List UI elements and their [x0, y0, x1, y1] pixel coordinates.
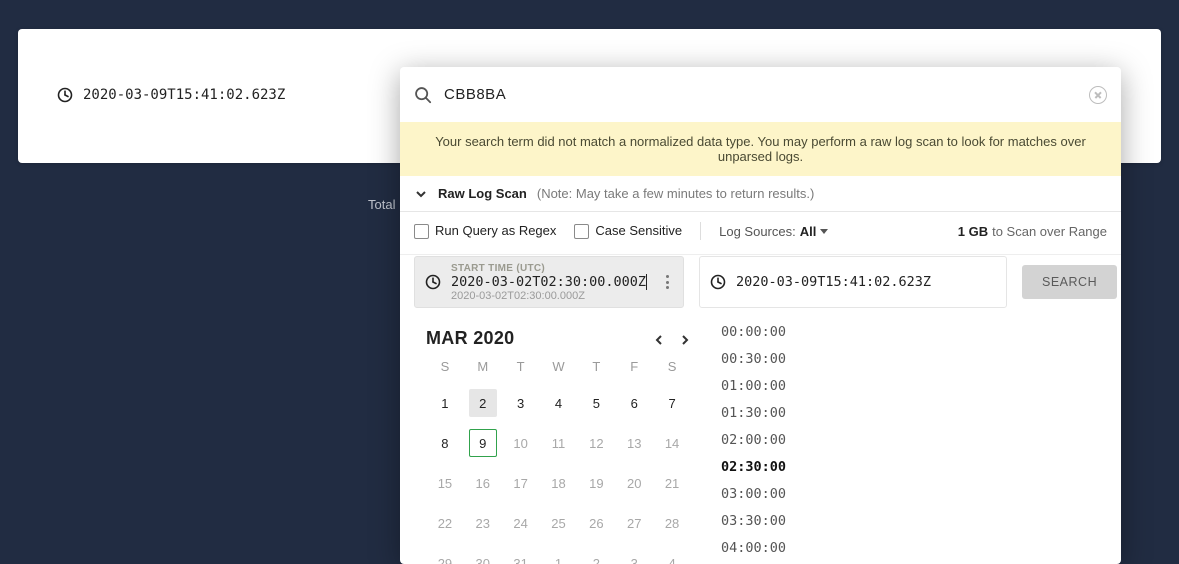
clock-icon: [57, 87, 73, 103]
calendar-dow: T: [577, 359, 615, 374]
calendar-day: 12: [577, 432, 615, 454]
calendar-day[interactable]: 6: [615, 392, 653, 414]
time-range-row: START TIME (UTC) 2020-03-02T02:30:00.000…: [400, 255, 1121, 318]
calendar-day[interactable]: 8: [426, 432, 464, 454]
checkbox-icon: [414, 224, 429, 239]
calendar-day[interactable]: 1: [426, 392, 464, 414]
calendar-day: 4: [653, 552, 691, 564]
calendar-day: 14: [653, 432, 691, 454]
no-match-banner: Your search term did not match a normali…: [400, 122, 1121, 176]
start-time-hint: 2020-03-02T02:30:00.000Z: [451, 290, 647, 302]
calendar-day: 19: [577, 472, 615, 494]
calendar-day: 29: [426, 552, 464, 564]
calendar-day[interactable]: 5: [577, 392, 615, 414]
case-sensitive-checkbox[interactable]: Case Sensitive: [574, 223, 682, 239]
calendar-day: 2: [577, 552, 615, 564]
calendar-day: 27: [615, 512, 653, 534]
caret-down-icon: [820, 229, 828, 234]
search-options-row: Run Query as Regex Case Sensitive Log So…: [400, 212, 1121, 255]
calendar-dow: S: [653, 359, 691, 374]
calendar-day: 30: [464, 552, 502, 564]
calendar-day: 13: [615, 432, 653, 454]
calendar-day: 10: [502, 432, 540, 454]
time-option[interactable]: 00:30:00: [721, 351, 819, 367]
start-time-label: START TIME (UTC): [451, 263, 647, 274]
calendar-day: 11: [540, 432, 578, 454]
search-popover: Your search term did not match a normali…: [400, 67, 1121, 564]
clear-search-button[interactable]: [1089, 86, 1107, 104]
calendar-dow: M: [464, 359, 502, 374]
chevron-down-icon: [414, 187, 428, 201]
time-option[interactable]: 01:30:00: [721, 405, 819, 421]
calendar-dow: W: [540, 359, 578, 374]
time-option[interactable]: 02:30:00: [721, 459, 819, 475]
calendar-day: 25: [540, 512, 578, 534]
calendar-day[interactable]: 7: [653, 392, 691, 414]
start-time-field[interactable]: START TIME (UTC) 2020-03-02T02:30:00.000…: [414, 256, 684, 308]
calendar-month-title: MAR 2020: [426, 328, 514, 349]
search-input[interactable]: [444, 86, 1077, 103]
log-sources-dropdown[interactable]: Log Sources: All: [719, 224, 828, 239]
calendar-day: 16: [464, 472, 502, 494]
calendar-day: 21: [653, 472, 691, 494]
calendar-day[interactable]: 4: [540, 392, 578, 414]
section-note: (Note: May take a few minutes to return …: [537, 186, 814, 201]
calendar-day[interactable]: 2: [469, 389, 497, 417]
calendar-day[interactable]: 9: [469, 429, 497, 457]
clock-icon: [710, 274, 726, 290]
time-option[interactable]: 04:00:00: [721, 540, 819, 556]
calendar-prev-button[interactable]: [653, 333, 665, 345]
calendar-day: 28: [653, 512, 691, 534]
datetime-picker: MAR 2020 SMTWTFS123456789101112131415161…: [400, 318, 1121, 564]
section-title: Raw Log Scan: [438, 186, 527, 201]
calendar-dow: T: [502, 359, 540, 374]
end-time-field[interactable]: 2020-03-09T15:41:02.623Z: [699, 256, 1007, 308]
end-time-value: 2020-03-09T15:41:02.623Z: [736, 274, 931, 290]
calendar-day: 18: [540, 472, 578, 494]
clock-icon: [425, 274, 441, 290]
calendar-day: 3: [615, 552, 653, 564]
calendar-day: 17: [502, 472, 540, 494]
time-option[interactable]: 03:30:00: [721, 513, 819, 529]
search-button[interactable]: SEARCH: [1022, 265, 1117, 299]
regex-checkbox[interactable]: Run Query as Regex: [414, 223, 556, 239]
calendar-grid: SMTWTFS123456789101112131415161718192021…: [426, 359, 691, 564]
scan-range-display: 1 GB to Scan over Range: [958, 224, 1107, 239]
calendar-day: 1: [540, 552, 578, 564]
start-time-menu-button[interactable]: [662, 271, 673, 293]
calendar-day: 23: [464, 512, 502, 534]
log-entry-timestamp: 2020-03-09T15:41:02.623Z: [57, 87, 285, 103]
calendar-day: 31: [502, 552, 540, 564]
calendar-dow: S: [426, 359, 464, 374]
calendar-dow: F: [615, 359, 653, 374]
time-option[interactable]: 01:00:00: [721, 378, 819, 394]
checkbox-icon: [574, 224, 589, 239]
calendar-day: 15: [426, 472, 464, 494]
calendar-day[interactable]: 3: [502, 392, 540, 414]
time-option[interactable]: 03:00:00: [721, 486, 819, 502]
time-list: 00:00:00 00:30:00 01:00:00 01:30:00 02:00:00…: [721, 322, 819, 564]
search-header: [400, 67, 1121, 122]
calendar-next-button[interactable]: [679, 333, 691, 345]
search-icon: [414, 86, 432, 104]
calendar-day: 20: [615, 472, 653, 494]
log-entry-timestamp-value: 2020-03-09T15:41:02.623Z: [83, 87, 285, 103]
calendar-day: 22: [426, 512, 464, 534]
calendar-day: 26: [577, 512, 615, 534]
calendar-day: 24: [502, 512, 540, 534]
calendar: MAR 2020 SMTWTFS123456789101112131415161…: [426, 322, 691, 564]
time-option[interactable]: 02:00:00: [721, 432, 819, 448]
start-time-value: 2020-03-02T02:30:00.000Z: [451, 274, 647, 290]
divider: [700, 222, 701, 240]
raw-log-scan-toggle[interactable]: Raw Log Scan (Note: May take a few minut…: [400, 176, 1121, 212]
time-option[interactable]: 00:00:00: [721, 324, 819, 340]
